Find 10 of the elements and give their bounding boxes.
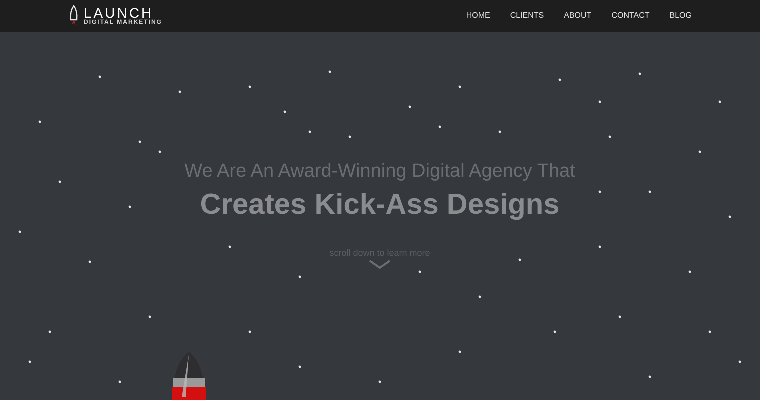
nav-link[interactable]: CONTACT xyxy=(612,10,650,22)
rocket-logo-icon xyxy=(68,5,80,27)
nav-link[interactable]: BLOG xyxy=(670,10,692,22)
nav-link[interactable]: HOME xyxy=(466,10,490,22)
chevron-down-icon[interactable] xyxy=(369,260,391,270)
hero-subtitle: We Are An Award-Winning Digital Agency That xyxy=(184,160,576,184)
hero-title: Creates Kick-Ass Designs xyxy=(200,188,560,222)
nav-link[interactable]: ABOUT xyxy=(564,10,592,22)
nav-link[interactable]: CLIENTS xyxy=(510,10,544,22)
logo-wordmark[interactable]: LAUNCH xyxy=(84,6,162,20)
